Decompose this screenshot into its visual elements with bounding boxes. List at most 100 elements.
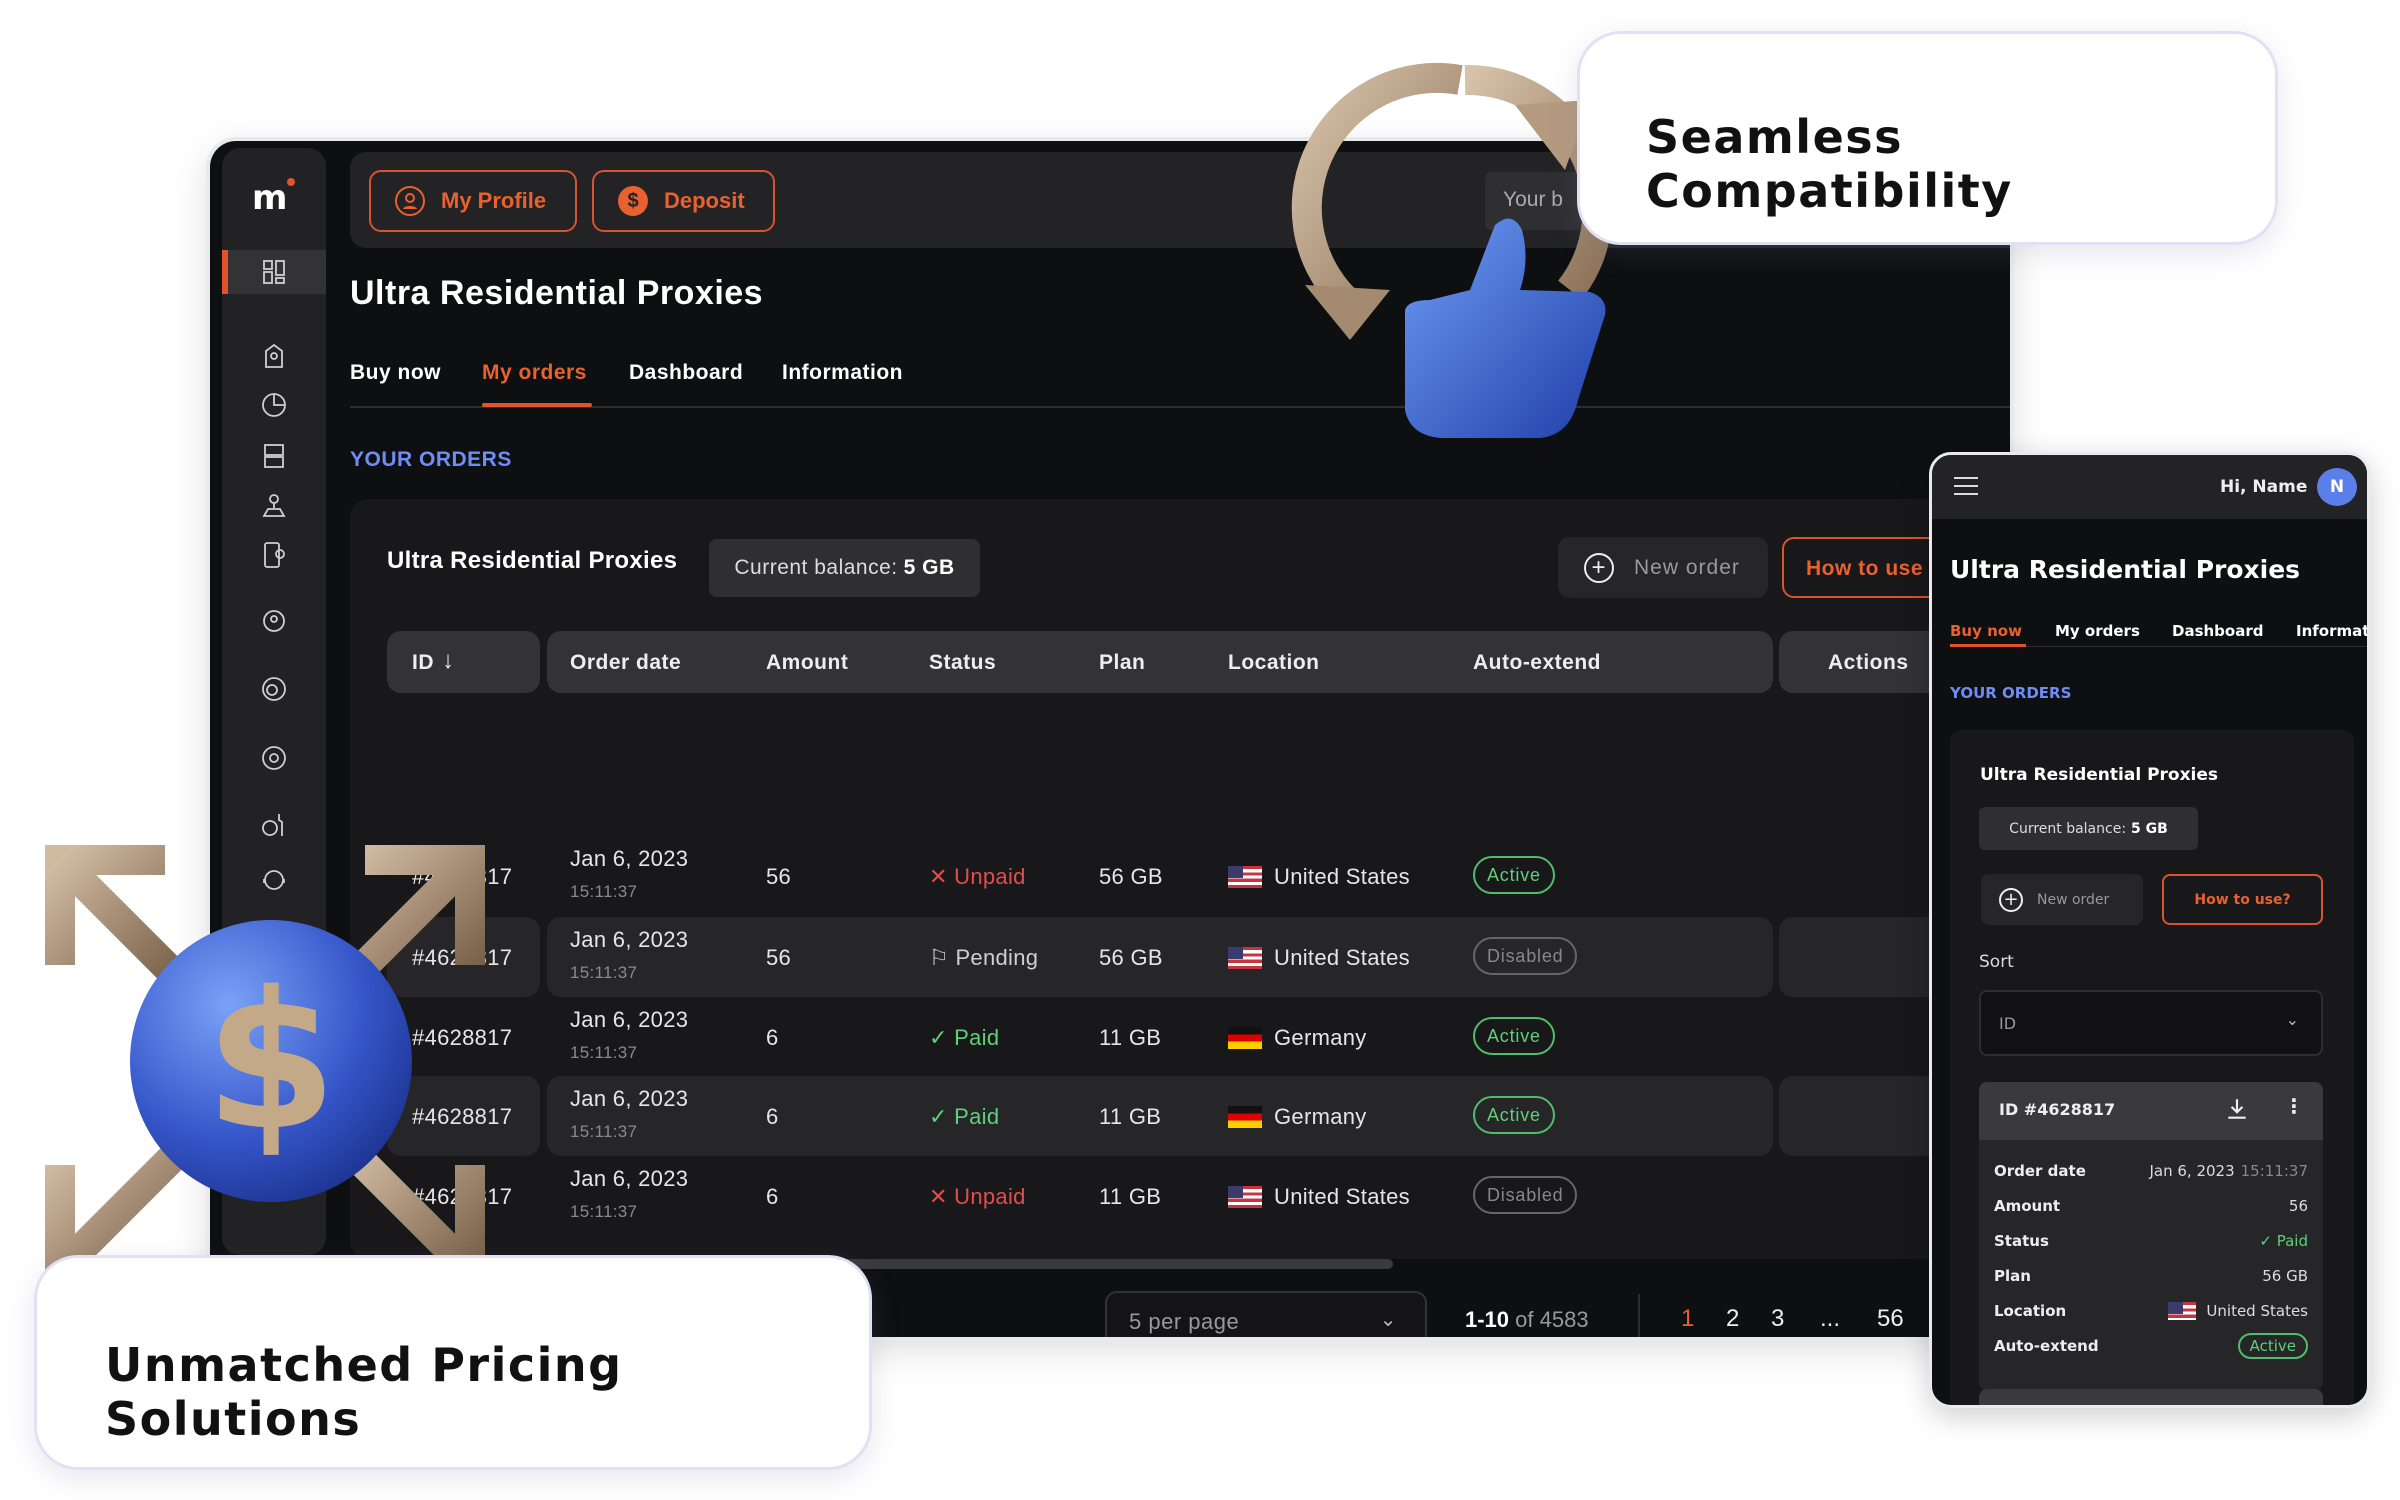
firefox-icon[interactable] <box>256 671 292 707</box>
detail-label: Amount <box>1994 1197 2061 1215</box>
balance-chip: Current balance: 5 GB <box>709 539 980 597</box>
server-icon[interactable] <box>256 438 292 474</box>
column-header-location[interactable]: Location <box>1228 651 1320 675</box>
pie-chart-icon[interactable] <box>256 387 292 423</box>
tab-divider <box>350 406 2010 408</box>
column-header-plan[interactable]: Plan <box>1099 651 1145 675</box>
dashboard-icon[interactable] <box>256 254 292 290</box>
order-time: 15:11:37 <box>570 882 638 901</box>
detail-label: Order date <box>1994 1162 2086 1180</box>
order-date: Jan 6, 2023 <box>570 1007 689 1032</box>
order-amount: 6 <box>766 1104 779 1129</box>
callout-seamless-compatibility: Seamless Compatibility <box>1577 31 2278 245</box>
chevron-down-icon: ⌄ <box>2285 1010 2299 1029</box>
detail-value-location: United States <box>2168 1302 2308 1320</box>
mobile-tab-buy-now[interactable]: Buy now <box>1950 622 2022 640</box>
mobile-card-title: Ultra Residential Proxies <box>1980 765 2219 785</box>
chrome-icon[interactable] <box>256 740 292 776</box>
chevron-down-icon: ⌄ <box>1379 1309 1397 1331</box>
column-header-auto-extend[interactable]: Auto-extend <box>1473 651 1601 675</box>
column-header-status[interactable]: Status <box>929 651 996 675</box>
mobile-tab-dashboard[interactable]: Dashboard <box>2172 622 2263 640</box>
page-56-button[interactable]: 56 <box>1877 1305 1904 1333</box>
order-card-header: ID #4628817 ⋮ <box>1979 1082 2323 1140</box>
page-2-button[interactable]: 2 <box>1726 1305 1739 1333</box>
us-flag-icon <box>2168 1302 2197 1320</box>
mobile-tab-my-orders[interactable]: My orders <box>2055 622 2140 640</box>
network-user-icon[interactable] <box>256 603 292 639</box>
avatar[interactable]: N <box>2317 468 2357 506</box>
detail-value-auto-extend: Active <box>2237 1333 2308 1359</box>
detail-label: Plan <box>1994 1267 2031 1285</box>
hamburger-menu-icon[interactable] <box>1954 477 1978 495</box>
tab-my-orders[interactable]: My orders <box>482 361 587 385</box>
status-paid: ✓ Paid <box>929 1025 1000 1050</box>
status-pending: ⚐ Pending <box>929 945 1039 970</box>
auto-extend-badge[interactable]: Disabled <box>1473 1176 1578 1214</box>
order-location: United States <box>1228 1184 1410 1210</box>
download-icon[interactable] <box>2224 1096 2250 1126</box>
order-amount: 6 <box>766 1025 779 1050</box>
mobile-new-order-button[interactable]: + New order <box>1981 874 2143 925</box>
order-plan: 11 GB <box>1099 1025 1162 1050</box>
pricing-coin-graphic: $ <box>45 845 485 1285</box>
card-title: Ultra Residential Proxies <box>387 547 678 574</box>
sync-arrow-left <box>1291 62 1463 311</box>
order-location: Germany <box>1228 1025 1367 1051</box>
my-profile-button[interactable]: My Profile <box>369 170 577 232</box>
auto-extend-badge[interactable]: Active <box>1473 1017 1555 1055</box>
app-logo[interactable]: m <box>252 178 296 218</box>
us-flag-icon <box>1228 866 1262 888</box>
next-order-card <box>1979 1389 2323 1405</box>
sort-select[interactable]: ID ⌄ <box>1979 990 2323 1056</box>
check-icon: ✓ <box>929 1104 955 1129</box>
mobile-orders-card: Ultra Residential Proxies Current balanc… <box>1950 730 2354 1405</box>
page-3-button[interactable]: 3 <box>1771 1305 1784 1333</box>
new-order-button[interactable]: + New order <box>1558 537 1768 598</box>
page-title: Ultra Residential Proxies <box>350 274 764 312</box>
mobile-tab-information[interactable]: Informati <box>2296 622 2367 640</box>
tab-buy-now[interactable]: Buy now <box>350 361 441 385</box>
auto-extend-badge[interactable]: Active <box>1473 1096 1555 1134</box>
status-paid: ✓ Paid <box>929 1104 1000 1129</box>
order-location: Germany <box>1228 1104 1367 1130</box>
order-amount: 6 <box>766 1184 779 1209</box>
mobile-section-label: YOUR ORDERS <box>1950 684 2072 702</box>
germany-flag-icon <box>1228 1027 1262 1049</box>
deposit-button[interactable]: $ Deposit <box>592 170 775 232</box>
detail-value-plan: 56 GB <box>2262 1267 2308 1285</box>
mobile-how-to-use-button[interactable]: How to use? <box>2162 874 2323 925</box>
user-location-icon[interactable] <box>256 487 292 523</box>
column-header-actions[interactable]: Actions <box>1828 651 1909 675</box>
user-circle-icon <box>395 186 425 216</box>
x-icon: ✕ <box>929 1184 955 1209</box>
pagination-ellipsis: ... <box>1820 1305 1841 1332</box>
section-label: YOUR ORDERS <box>350 448 512 471</box>
plus-circle-icon: + <box>1999 887 2023 912</box>
us-flag-icon <box>1228 947 1262 969</box>
mobile-app-preview: Hi, Name N Ultra Residential Proxies Buy… <box>1929 452 2370 1408</box>
us-flag-icon <box>1228 1186 1262 1208</box>
mobile-location-icon[interactable] <box>256 537 292 573</box>
page-1-button[interactable]: 1 <box>1681 1305 1694 1333</box>
sort-arrow-down-icon[interactable]: ↓ <box>442 647 454 675</box>
tab-dashboard[interactable]: Dashboard <box>629 361 743 385</box>
detail-value-order-date: Jan 6, 2023 15:11:37 <box>2149 1162 2308 1180</box>
auto-extend-badge[interactable]: Active <box>1473 856 1555 894</box>
help-tool-icon[interactable] <box>256 807 292 843</box>
per-page-select[interactable]: 5 per page ⌄ <box>1105 1291 1427 1337</box>
tab-information[interactable]: Information <box>782 361 903 385</box>
order-date: Jan 6, 2023 <box>570 1086 689 1111</box>
column-header-id[interactable]: ID <box>412 651 434 675</box>
column-header-amount[interactable]: Amount <box>766 651 848 675</box>
detail-value-status: ✓ Paid <box>2259 1232 2308 1250</box>
location-pin-icon[interactable] <box>256 338 292 374</box>
order-location: United States <box>1228 945 1410 971</box>
column-header-order-date[interactable]: Order date <box>570 651 681 675</box>
x-icon: ✕ <box>929 864 955 889</box>
order-details: Order date Jan 6, 2023 15:11:37 Amount 56 Sta… <box>1979 1140 2323 1390</box>
more-options-icon[interactable]: ⋮ <box>2284 1094 2304 1118</box>
order-time: 15:11:37 <box>570 963 638 982</box>
auto-extend-badge[interactable]: Disabled <box>1473 937 1578 975</box>
detail-label: Auto-extend <box>1994 1337 2099 1355</box>
